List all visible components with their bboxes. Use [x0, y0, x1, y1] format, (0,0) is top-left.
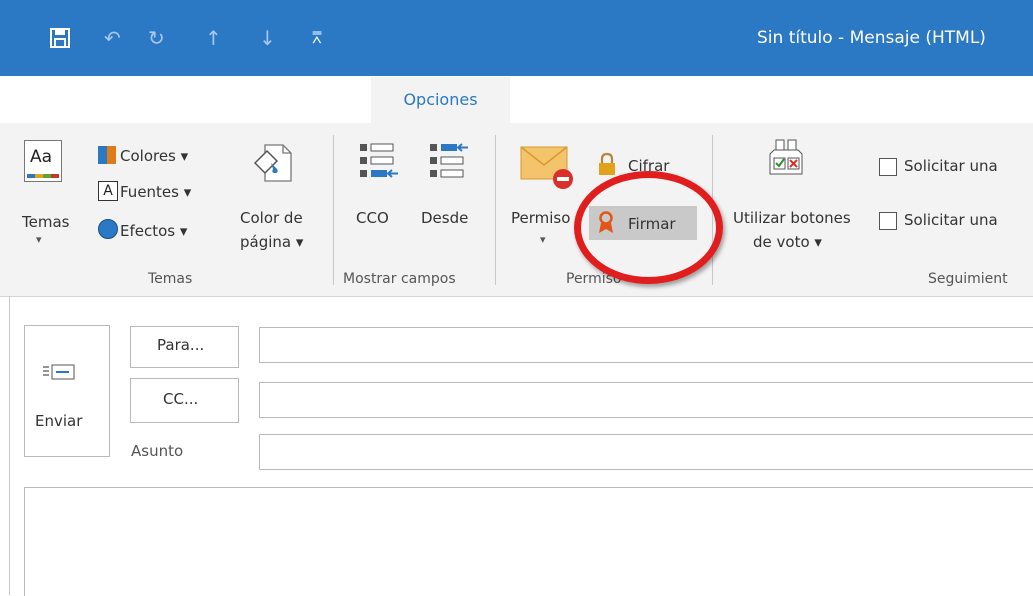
permission-icon — [519, 143, 579, 197]
request-read-checkbox[interactable] — [879, 212, 897, 230]
bcc-button[interactable]: CCO — [356, 209, 389, 227]
group-label-mostrar-campos: Mostrar campos — [343, 271, 456, 287]
send-button[interactable] — [24, 325, 110, 457]
from-icon — [428, 140, 472, 188]
bcc-icon — [358, 140, 402, 188]
fonts-icon: A — [98, 181, 118, 201]
subject-label: Asunto — [131, 442, 184, 460]
left-border — [9, 296, 10, 595]
tab-insertar[interactable]: Insertar — [273, 86, 335, 105]
arrow-up-icon[interactable]: ↑ — [205, 26, 222, 50]
voting-buttons-button-line2[interactable]: de voto ▾ — [753, 233, 822, 251]
colors-button[interactable]: Colores ▾ — [120, 147, 188, 165]
tell-me-search[interactable]: ¿Qué desea ha — [891, 86, 1010, 105]
tab-opciones[interactable]: Opciones — [371, 77, 510, 123]
highlight-circle — [574, 171, 723, 284]
tab-archivo[interactable]: Archivo — [21, 86, 81, 105]
page-color-button[interactable]: Color de — [240, 209, 303, 227]
page-color-icon — [251, 139, 293, 187]
fonts-button[interactable]: Fuentes ▾ — [120, 183, 191, 201]
cc-field[interactable] — [259, 382, 1033, 418]
tab-revisar[interactable]: Revisar — [748, 86, 807, 105]
page-color-button-line2[interactable]: página ▾ — [240, 233, 303, 251]
lock-icon — [597, 152, 617, 180]
from-button[interactable]: Desde — [421, 209, 468, 227]
save-icon[interactable] — [50, 28, 70, 48]
lightbulb-icon — [870, 84, 886, 110]
window-title: Sin título - Mensaje (HTML) — [757, 28, 986, 48]
themes-icon[interactable]: Aa — [24, 140, 62, 182]
group-label-seguimiento: Seguimient — [928, 271, 1008, 287]
to-field[interactable] — [259, 327, 1033, 363]
effects-icon — [98, 219, 118, 239]
to-button-label: Para... — [157, 336, 205, 354]
request-receipt-checkbox[interactable] — [879, 158, 897, 176]
undo-icon[interactable]: ↶ — [104, 26, 121, 50]
group-label-temas: Temas — [148, 271, 193, 287]
voting-buttons-button[interactable]: Utilizar botones — [733, 209, 851, 227]
group-separator — [333, 135, 334, 285]
request-receipt-label: Solicitar una — [904, 157, 998, 175]
colors-icon — [98, 146, 116, 164]
request-read-label: Solicitar una — [904, 211, 998, 229]
cc-button-label: CC... — [163, 390, 199, 408]
message-body[interactable] — [24, 487, 1033, 596]
customize-icon[interactable]: ⩞ — [312, 26, 322, 50]
subject-field[interactable] — [259, 434, 1033, 470]
send-envelope-icon — [43, 363, 77, 385]
tab-formato-de-texto[interactable]: Formato de texto — [538, 86, 676, 105]
chevron-down-icon: ▾ — [36, 233, 42, 246]
redo-icon[interactable]: ↻ — [148, 26, 165, 50]
group-separator — [495, 135, 496, 285]
chevron-down-icon: ▾ — [540, 233, 546, 246]
permission-button[interactable]: Permiso — [511, 209, 570, 227]
arrow-down-icon[interactable]: ↓ — [259, 26, 276, 50]
effects-button[interactable]: Efectos ▾ — [120, 222, 187, 240]
tab-mensaje[interactable]: Mensaje — [144, 86, 210, 105]
themes-button[interactable]: Temas — [22, 213, 69, 231]
voting-buttons-icon — [768, 138, 804, 182]
send-button-label: Enviar — [35, 412, 83, 430]
